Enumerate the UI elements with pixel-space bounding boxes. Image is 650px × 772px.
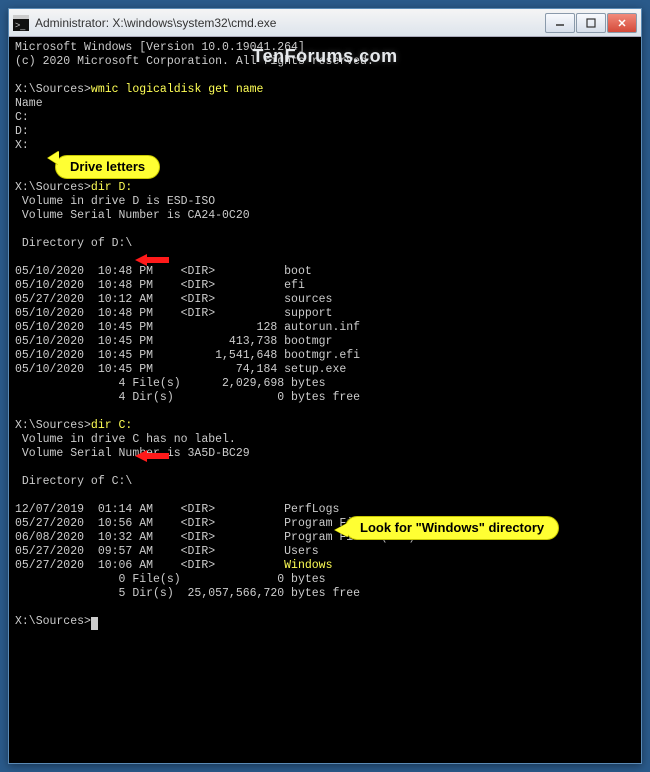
- windows-dir: Windows: [284, 559, 332, 572]
- callout-drive-letters: Drive letters: [55, 155, 160, 179]
- wmic-header: Name: [15, 97, 43, 110]
- dir-row: 05/27/2020 10:06 AM <DIR> Windows: [15, 559, 332, 572]
- window-title: Administrator: X:\windows\system32\cmd.e…: [35, 16, 544, 30]
- titlebar[interactable]: >_ Administrator: X:\windows\system32\cm…: [9, 9, 641, 37]
- maximize-button[interactable]: [576, 13, 606, 33]
- header-line: (c) 2020 Microsoft Corporation. All righ…: [15, 55, 374, 68]
- dir-summary: 0 File(s) 0 bytes: [15, 573, 326, 586]
- dir-serial: Volume Serial Number is 3A5D-BC29: [15, 447, 250, 460]
- window-controls: [544, 13, 637, 33]
- drive-letter: X:: [15, 139, 29, 152]
- dir-row: 05/10/2020 10:45 PM 74,184 setup.exe: [15, 363, 346, 376]
- dir-volume: Volume in drive C has no label.: [15, 433, 236, 446]
- dir-of: Directory of C:\: [15, 475, 132, 488]
- drive-letter: C:: [15, 111, 29, 124]
- dir-summary: 4 Dir(s) 0 bytes free: [15, 391, 360, 404]
- dir-row: 05/10/2020 10:48 PM <DIR> support: [15, 307, 332, 320]
- cmd-window: >_ Administrator: X:\windows\system32\cm…: [8, 8, 642, 764]
- command-text: dir C:: [91, 419, 132, 432]
- dir-row: 05/27/2020 09:57 AM <DIR> Users: [15, 545, 319, 558]
- dir-row: 05/10/2020 10:45 PM 128 autorun.inf: [15, 321, 360, 334]
- command-text: wmic logicaldisk get name: [91, 83, 264, 96]
- dir-serial: Volume Serial Number is CA24-0C20: [15, 209, 250, 222]
- dir-row: 12/07/2019 01:14 AM <DIR> PerfLogs: [15, 503, 339, 516]
- cursor: [91, 617, 98, 630]
- dir-row: 05/27/2020 10:56 AM <DIR> Program Files: [15, 517, 374, 530]
- dir-row: 05/10/2020 10:48 PM <DIR> boot: [15, 265, 312, 278]
- prompt: X:\Sources>: [15, 83, 91, 96]
- prompt: X:\Sources>: [15, 615, 91, 628]
- cmd-icon: >_: [13, 15, 29, 31]
- callout-windows-dir: Look for "Windows" directory: [345, 516, 559, 540]
- terminal-output[interactable]: Microsoft Windows [Version 10.0.19041.26…: [9, 37, 641, 763]
- svg-text:>_: >_: [15, 20, 26, 30]
- close-button[interactable]: [607, 13, 637, 33]
- dir-row: 05/10/2020 10:45 PM 1,541,648 bootmgr.ef…: [15, 349, 360, 362]
- minimize-button[interactable]: [545, 13, 575, 33]
- prompt: X:\Sources>: [15, 181, 91, 194]
- dir-summary: 5 Dir(s) 25,057,566,720 bytes free: [15, 587, 360, 600]
- dir-row: 05/10/2020 10:45 PM 413,738 bootmgr: [15, 335, 332, 348]
- dir-volume: Volume in drive D is ESD-ISO: [15, 195, 215, 208]
- prompt: X:\Sources>: [15, 419, 91, 432]
- dir-row: 05/27/2020 10:12 AM <DIR> sources: [15, 293, 332, 306]
- dir-of: Directory of D:\: [15, 237, 132, 250]
- dir-row: 05/10/2020 10:48 PM <DIR> efi: [15, 279, 305, 292]
- arrow-icon: [135, 225, 169, 239]
- header-line: Microsoft Windows [Version 10.0.19041.26…: [15, 41, 305, 54]
- dir-summary: 4 File(s) 2,029,698 bytes: [15, 377, 326, 390]
- command-text: dir D:: [91, 181, 132, 194]
- drive-letter: D:: [15, 125, 29, 138]
